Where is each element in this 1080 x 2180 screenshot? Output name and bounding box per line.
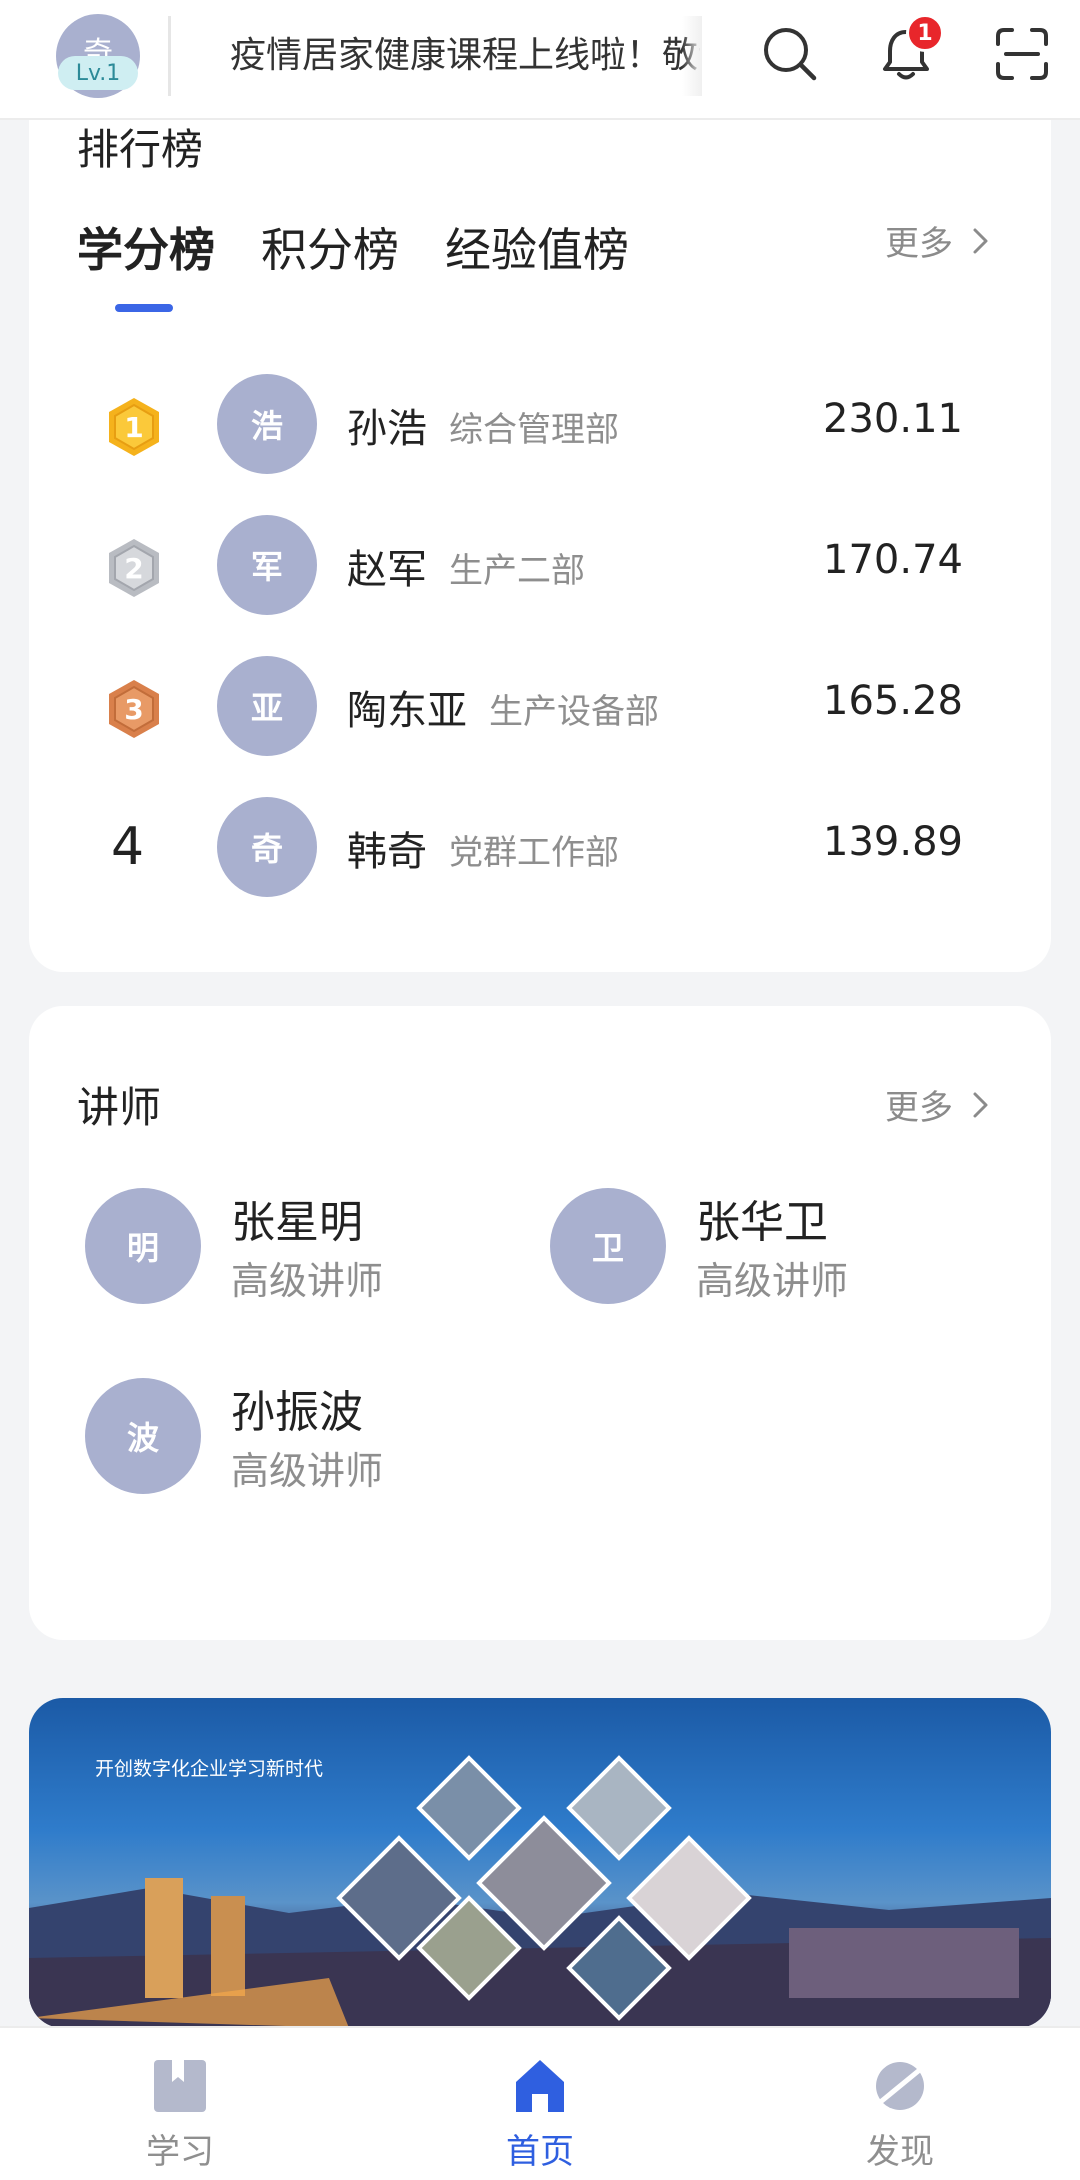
ranking-row[interactable]: 2 军 赵军 生产二部 170.74 [29,515,1051,615]
nav-study[interactable]: 学习 [90,2028,270,2180]
announcement-text: 疫情居家健康课程上线啦！敬请 [230,35,700,76]
lecturer-item[interactable]: 明 张星明 高级讲师 [85,1188,505,1308]
ranking-row[interactable]: 1 浩 孙浩 综合管理部 230.11 [29,374,1051,474]
lecturer-item[interactable]: 卫 张华卫 高级讲师 [550,1188,970,1308]
medal-rank: 2 [124,552,143,585]
top-bar: 奇 Lv.1 疫情居家健康课程上线啦！敬请 1 [0,0,1080,120]
user-department: 综合管理部 [449,410,619,450]
user-score: 170.74 [823,537,963,583]
search-icon[interactable] [760,24,820,84]
user-name: 韩奇 [347,829,427,875]
avatar: 亚 [217,656,317,756]
silver-medal-icon: 2 [109,539,159,597]
lecturers-more-link[interactable]: 更多 [885,1080,991,1129]
ranking-card: 排行榜 学分榜 积分榜 经验值榜 更多 1 浩 孙浩 综合管理部 230.11 … [29,80,1051,972]
lecturers-card: 讲师 更多 明 张星明 高级讲师 卫 张华卫 高级讲师 波 孙振波 高级讲师 [29,1006,1051,1640]
promo-banner[interactable]: 开创数字化企业学习新时代 [29,1698,1051,2028]
nav-label: 首页 [506,2132,574,2172]
rank-number: 4 [111,817,145,877]
avatar: 波 [85,1378,201,1494]
home-icon [516,2060,564,2112]
bottom-navigation: 学习 首页 发现 [0,2026,1080,2180]
tab-credit[interactable]: 学分榜 [77,214,215,280]
chevron-right-icon [973,228,988,253]
bronze-medal-icon: 3 [109,680,159,738]
avatar: 明 [85,1188,201,1304]
lecturer-title: 高级讲师 [231,1259,384,1303]
lecturer-name: 张华卫 [696,1197,828,1248]
lecturer-name: 张星明 [231,1197,363,1248]
scan-icon[interactable] [992,24,1052,84]
medal-rank: 1 [124,411,143,444]
book-icon [154,2060,206,2112]
level-badge: Lv.1 [58,56,138,90]
user-name: 陶东亚 [347,688,467,734]
gold-medal-icon: 1 [109,398,159,456]
user-name: 赵军 [347,547,427,593]
more-label: 更多 [885,1088,953,1128]
lecturer-title: 高级讲师 [231,1449,384,1493]
ranking-row[interactable]: 3 亚 陶东亚 生产设备部 165.28 [29,656,1051,756]
chevron-right-icon [973,1092,988,1117]
nav-label: 学习 [146,2132,214,2172]
user-score: 139.89 [823,819,963,865]
ranking-row[interactable]: 4 奇 韩奇 党群工作部 139.89 [29,797,1051,897]
banner-photo-collage [336,1755,752,2021]
medal-rank: 3 [124,693,143,726]
user-score: 165.28 [823,678,963,724]
tab-points[interactable]: 积分榜 [261,214,399,280]
avatar: 军 [217,515,317,615]
tab-experience[interactable]: 经验值榜 [445,214,629,280]
user-avatar[interactable]: 奇 Lv.1 [56,14,140,98]
ranking-more-link[interactable]: 更多 [885,216,991,265]
user-name: 孙浩 [347,406,427,452]
user-department: 生产二部 [449,551,585,591]
lecturer-title: 高级讲师 [696,1259,849,1303]
lecturer-name: 孙振波 [231,1387,363,1438]
marquee-fade [682,16,702,96]
notification-badge: 1 [906,14,944,52]
nav-home[interactable]: 首页 [450,2028,630,2180]
user-department: 生产设备部 [489,692,659,732]
active-tab-indicator [115,304,173,312]
more-label: 更多 [885,224,953,264]
user-score: 230.11 [823,396,963,442]
nav-label: 发现 [866,2132,934,2172]
avatar: 卫 [550,1188,666,1304]
divider [168,16,171,96]
avatar: 奇 [217,797,317,897]
avatar: 浩 [217,374,317,474]
user-department: 党群工作部 [449,833,619,873]
lecturer-item[interactable]: 波 孙振波 高级讲师 [85,1378,505,1498]
lecturers-title: 讲师 [77,1083,162,1132]
announcement-marquee[interactable]: 疫情居家健康课程上线啦！敬请 [230,24,700,88]
banner-slogan: 开创数字化企业学习新时代 [95,1758,324,1780]
ranking-title: 排行榜 [77,125,204,174]
nav-discover[interactable]: 发现 [810,2028,990,2180]
planet-icon [875,2062,925,2110]
